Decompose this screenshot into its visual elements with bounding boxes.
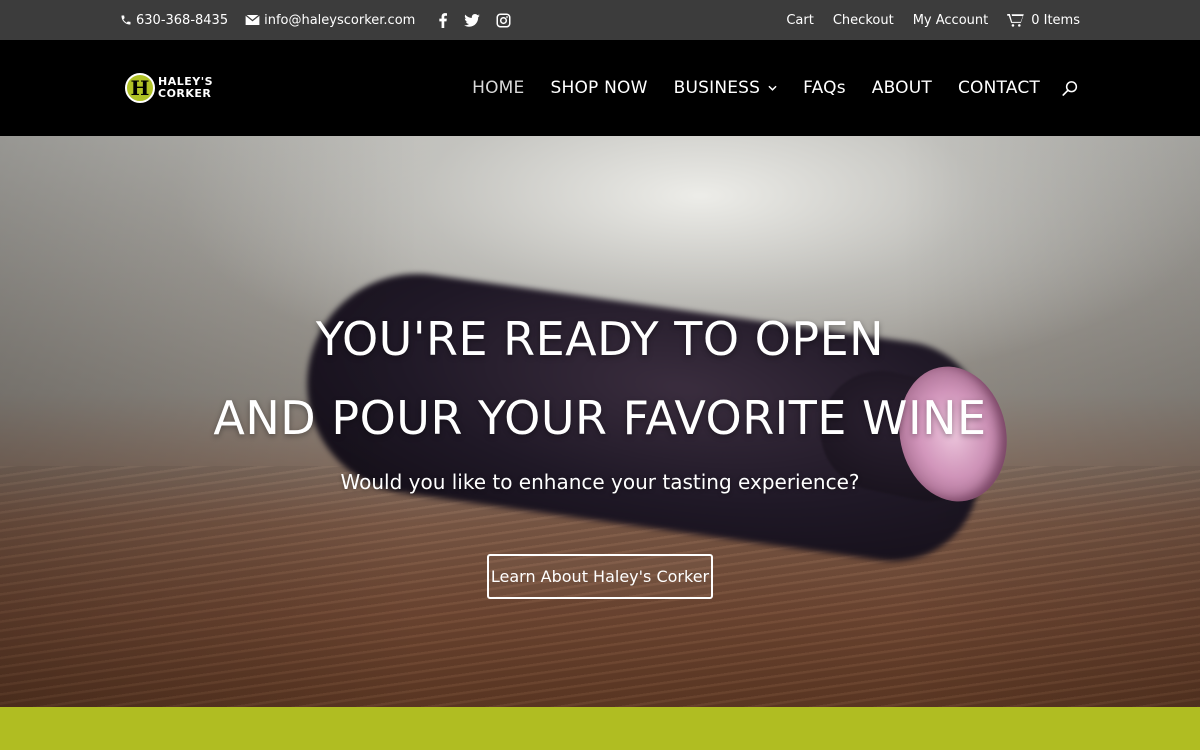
logo-letter: H: [130, 76, 150, 100]
green-section-band: [0, 707, 1200, 750]
nav-home[interactable]: HOME: [472, 78, 524, 98]
nav-business-label: BUSINESS: [673, 78, 761, 98]
nav-shop-now-label: SHOP NOW: [550, 78, 648, 98]
nav-faqs-label: FAQs: [803, 78, 846, 98]
instagram-icon[interactable]: [496, 13, 511, 28]
hero-headline-line-1: YOU'RE READY TO OPEN: [315, 312, 885, 366]
hero-section: YOU'RE READY TO OPEN AND POUR YOUR FAVOR…: [0, 136, 1200, 707]
nav-about[interactable]: ABOUT: [872, 78, 932, 98]
shopping-cart-icon: [1007, 13, 1024, 27]
phone-icon: [121, 15, 131, 25]
email-address: info@haleyscorker.com: [264, 12, 416, 28]
nav-contact-label: CONTACT: [957, 78, 1040, 98]
phone-number: 630-368-8435: [136, 12, 229, 28]
hero-headline-line-2: AND POUR YOUR FAVORITE WINE: [213, 391, 987, 445]
my-account-link[interactable]: My Account: [913, 13, 989, 28]
logo-line-2: CORKER: [158, 87, 212, 100]
account-links: Cart Checkout My Account 0 Items: [786, 0, 1080, 40]
facebook-icon[interactable]: [438, 12, 448, 28]
social-links: [438, 12, 511, 28]
cart-link[interactable]: Cart: [786, 13, 814, 28]
main-header: H HALEY'S CORKER HOME SHOP NOW BUSINESS …: [0, 40, 1200, 136]
nav-shop-now[interactable]: SHOP NOW: [550, 78, 647, 98]
cart-count: 0 Items: [1031, 12, 1080, 28]
nav-business[interactable]: BUSINESS: [674, 78, 778, 98]
logo-mark: H: [125, 73, 155, 103]
twitter-icon[interactable]: [464, 13, 481, 27]
nav-home-label: HOME: [472, 78, 525, 98]
top-bar: 630-368-8435 info@haleyscorker.com Cart …: [0, 0, 1200, 40]
contact-info: 630-368-8435 info@haleyscorker.com: [120, 0, 511, 40]
nav-faqs[interactable]: FAQs: [803, 78, 846, 98]
search-icon[interactable]: [1061, 80, 1079, 98]
email-link[interactable]: info@haleyscorker.com: [245, 13, 415, 28]
checkout-link[interactable]: Checkout: [833, 13, 894, 28]
phone-link[interactable]: 630-368-8435: [120, 13, 228, 28]
main-nav: HOME SHOP NOW BUSINESS FAQs ABOUT CONTAC…: [472, 40, 1040, 136]
hero-subheadline: Would you like to enhance your tasting e…: [340, 470, 860, 494]
chevron-down-icon: [768, 85, 777, 91]
cart-items-link[interactable]: 0 Items: [1007, 13, 1080, 28]
logo-wordmark: HALEY'S CORKER: [158, 76, 213, 100]
nav-about-label: ABOUT: [871, 78, 932, 98]
learn-about-button[interactable]: Learn About Haley's Corker: [487, 554, 713, 599]
envelope-icon: [245, 14, 260, 25]
nav-contact[interactable]: CONTACT: [958, 78, 1040, 98]
hero-content: YOU'RE READY TO OPEN AND POUR YOUR FAVOR…: [0, 136, 1200, 707]
site-logo[interactable]: H HALEY'S CORKER: [125, 72, 227, 104]
